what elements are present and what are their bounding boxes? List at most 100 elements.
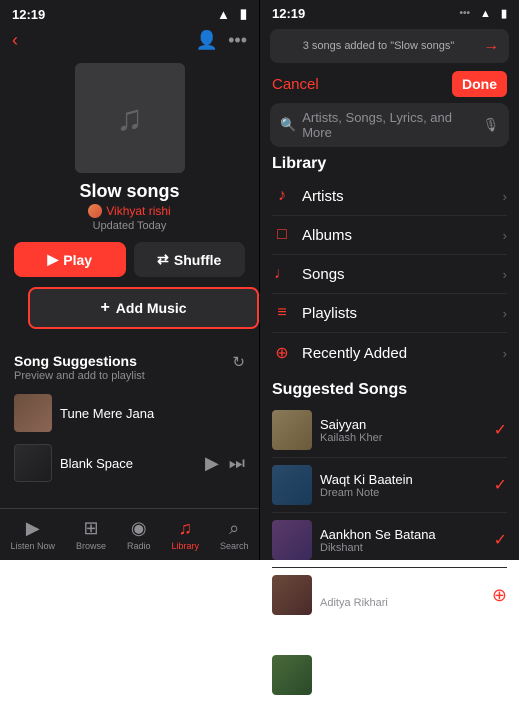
albums-icon: □	[272, 226, 292, 244]
list-item: Tune Mere Jana	[14, 388, 245, 438]
battery-icon: ▮	[240, 6, 247, 22]
list-item: Waqt Ki Baatein Dream Note ✓	[272, 458, 507, 513]
action-buttons: ▶ Play ⇄ Shuffle	[0, 242, 259, 277]
suggested-artist: Dream Note	[320, 487, 486, 499]
playlist-updated: Updated Today	[0, 220, 259, 232]
suggested-artist: Aditya Rikhari	[320, 597, 484, 609]
cancel-button[interactable]: Cancel	[272, 76, 319, 93]
left-status-icons: ▲ ▮	[217, 6, 247, 22]
recently-song-name: Dono Title Track	[320, 668, 507, 683]
suggested-thumb	[272, 465, 312, 505]
song-controls: ▶ ⏭	[205, 453, 245, 474]
plus-icon: +	[100, 299, 109, 317]
suggested-artist: Kailash Kher	[320, 432, 486, 444]
browse-icon: ⊞	[83, 518, 98, 539]
recently-thumb	[272, 655, 312, 695]
list-item: Saiyyan Kailash Kher ✓	[272, 403, 507, 458]
check-icon[interactable]: ✓	[494, 420, 507, 440]
dots-icon: •••	[460, 8, 471, 19]
recently-section-label: Recently Played	[272, 626, 507, 644]
songs-icon: ♩	[272, 265, 292, 283]
shuffle-icon: ⇄	[157, 251, 169, 268]
nav-item-radio[interactable]: ◉ Radio	[127, 518, 151, 551]
list-item: Blank Space ▶ ⏭	[14, 438, 245, 488]
library-icon: ♫	[178, 518, 192, 539]
song-list: Tune Mere Jana Blank Space ▶ ⏭	[0, 388, 259, 488]
nav-item-browse[interactable]: ⊞ Browse	[76, 518, 106, 551]
playlist-title: Slow songs	[0, 181, 259, 202]
plus-circle-icon[interactable]: ⊕	[492, 585, 507, 606]
recently-added-icon: ⊕	[272, 343, 292, 363]
suggested-song-name: Aankhon Se Batana	[320, 527, 486, 542]
left-time: 12:19	[12, 7, 45, 22]
bottom-nav: ▶ Listen Now ⊞ Browse ◉ Radio ♫ Library …	[0, 508, 259, 560]
back-icon[interactable]: ‹	[12, 30, 18, 51]
nav-item-search[interactable]: ⌕ Search	[220, 518, 249, 551]
done-button[interactable]: Done	[452, 71, 507, 97]
chevron-right-icon: ›	[503, 306, 507, 321]
library-item-playlists[interactable]: ≡ Playlists ›	[272, 294, 507, 333]
search-input[interactable]: Artists, Songs, Lyrics, and More	[302, 110, 476, 140]
suggested-section: Suggested Songs Saiyyan Kailash Kher ✓ W…	[260, 377, 519, 622]
add-music-button[interactable]: + Add Music	[28, 287, 259, 329]
radio-icon: ◉	[131, 518, 147, 539]
library-item-songs[interactable]: ♩ Songs ›	[272, 255, 507, 294]
song-thumbnail	[14, 444, 52, 482]
playlist-author: Vikhyat rishi	[0, 204, 259, 218]
play-button[interactable]: ▶ Play	[14, 242, 126, 277]
search-bar[interactable]: 🔍 Artists, Songs, Lyrics, and More 🎙	[270, 103, 509, 147]
music-note-icon: ♫	[116, 97, 143, 139]
play-icon: ▶	[47, 251, 58, 268]
right-time: 12:19	[272, 6, 305, 21]
chevron-right-icon: ›	[503, 346, 507, 361]
suggested-section-label: Suggested Songs	[272, 381, 507, 399]
nav-item-listen-now[interactable]: ▶ Listen Now	[10, 518, 55, 551]
suggested-song-name: Faasle	[320, 582, 484, 597]
shuffle-button[interactable]: ⇄ Shuffle	[134, 242, 246, 277]
song-thumbnail	[14, 394, 52, 432]
search-nav-icon: ⌕	[229, 518, 239, 539]
library-item-albums[interactable]: □ Albums ›	[272, 216, 507, 255]
more-icon[interactable]: •••	[228, 30, 247, 51]
suggestions-subtitle: Preview and add to playlist	[14, 370, 145, 382]
suggestions-title: Song Suggestions	[14, 353, 145, 369]
user-icon[interactable]: 👤	[196, 30, 218, 51]
refresh-icon[interactable]: ↻	[232, 353, 245, 371]
right-status-icons: ••• ▲ ▮	[460, 7, 507, 20]
right-panel: 12:19 ••• ▲ ▮ 3 songs added to "Slow son…	[259, 0, 519, 560]
suggested-thumb	[272, 520, 312, 560]
song-name: Blank Space	[60, 456, 197, 471]
list-item: Faasle Aditya Rikhari ⊕	[272, 568, 507, 622]
album-art: ♫	[75, 63, 185, 173]
library-item-recently-added[interactable]: ⊕ Recently Added ›	[272, 333, 507, 373]
artists-icon: ♪	[272, 187, 292, 205]
play-small-icon[interactable]: ▶	[205, 453, 219, 474]
suggested-thumb	[272, 575, 312, 615]
author-avatar	[88, 204, 102, 218]
chevron-right-icon: ›	[503, 267, 507, 282]
suggested-song-name: Saiyyan	[320, 417, 486, 432]
skip-icon[interactable]: ⏭	[229, 453, 245, 474]
wifi-icon: ▲	[217, 7, 230, 22]
list-item: Dono Title Track	[272, 648, 507, 702]
song-name: Tune Mere Jana	[60, 406, 245, 421]
right-status-bar: 12:19 ••• ▲ ▮	[260, 0, 519, 25]
chevron-right-icon: ›	[503, 189, 507, 204]
nav-item-library[interactable]: ♫ Library	[171, 518, 199, 551]
playlists-icon: ≡	[272, 304, 292, 322]
check-icon[interactable]: ✓	[494, 475, 507, 495]
library-section: Library ♪ Artists › □ Albums › ♩ Songs ›…	[260, 155, 519, 373]
song-suggestions-header: Song Suggestions Preview and add to play…	[0, 353, 259, 388]
library-section-label: Library	[272, 155, 507, 173]
battery-right-icon: ▮	[501, 7, 507, 20]
notification-text: 3 songs added to "Slow songs"	[280, 40, 477, 52]
library-item-artists[interactable]: ♪ Artists ›	[272, 177, 507, 216]
suggested-song-name: Waqt Ki Baatein	[320, 472, 486, 487]
listen-now-icon: ▶	[26, 518, 40, 539]
check-icon[interactable]: ✓	[494, 530, 507, 550]
left-nav-bar: ‹ 👤 •••	[0, 26, 259, 55]
cancel-done-bar: Cancel Done	[260, 67, 519, 103]
mic-icon[interactable]: 🎙	[482, 117, 499, 133]
recently-section: Recently Played Dono Title Track	[260, 622, 519, 702]
left-panel: 12:19 ▲ ▮ ‹ 👤 ••• ♫ Slow songs Vikhyat r…	[0, 0, 259, 560]
